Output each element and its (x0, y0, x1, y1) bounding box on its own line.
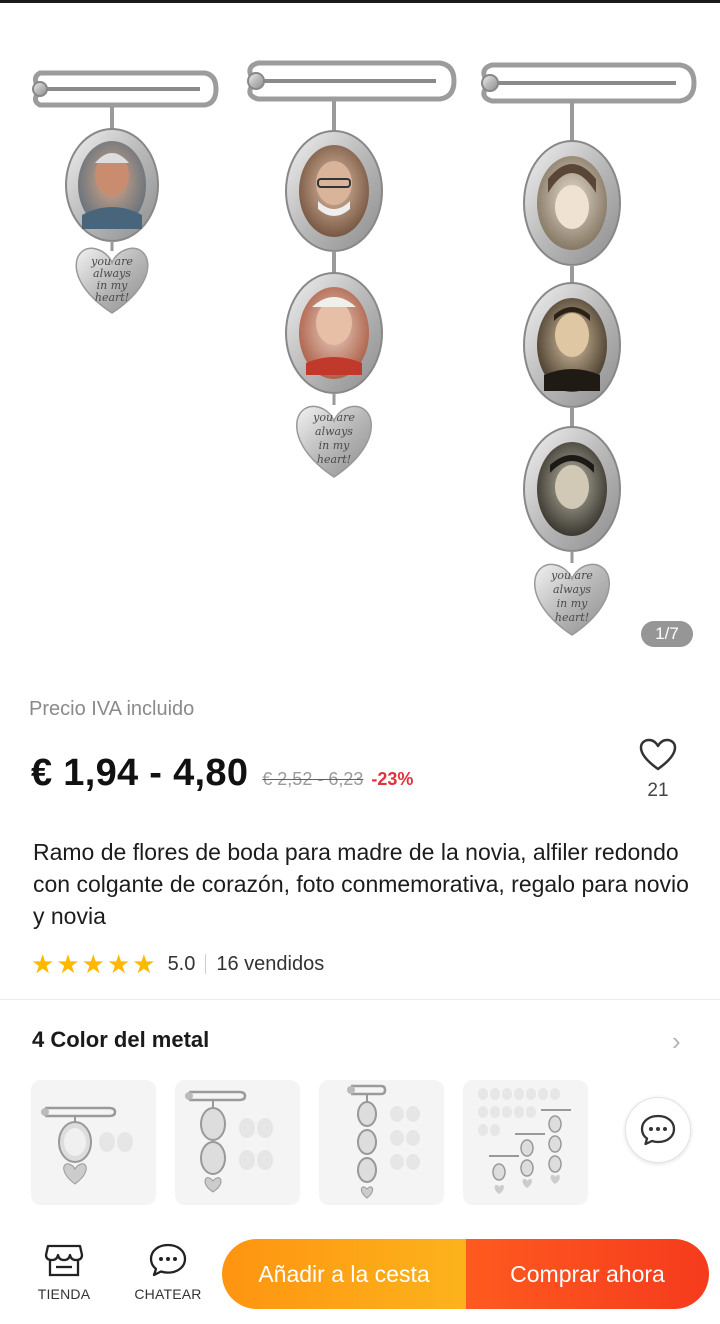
store-label: TIENDA (37, 1286, 91, 1302)
variant-thumbnails (31, 1080, 588, 1205)
discount-badge: -23% (371, 769, 414, 789)
variant-section-title[interactable]: 4 Color del metal (32, 1027, 209, 1053)
engraving-line-3d: heart! (555, 611, 589, 624)
engraving-line-2d: heart! (317, 453, 351, 466)
star-icon: ★ (132, 949, 156, 979)
rating-separator (205, 954, 207, 974)
gallery-page-indicator: 1/7 (641, 621, 693, 647)
brooch-pin-3 (481, 62, 697, 636)
chat-icon (149, 1243, 187, 1277)
star-icon: ★ (56, 949, 80, 979)
chevron-right-icon[interactable]: › (672, 1028, 681, 1054)
chat-button[interactable]: CHATEAR (128, 1242, 208, 1302)
current-price: € 1,94 - 4,80 (31, 752, 249, 794)
engraving-line-2a: you are (312, 411, 355, 424)
engraving-line-2b: always (315, 425, 353, 438)
rating-value: 5.0 (167, 952, 196, 975)
engraving-line-3b: always (553, 583, 591, 596)
variant-thumb-4[interactable] (463, 1080, 588, 1205)
engraving-line-3c: in my (557, 597, 589, 610)
floating-chat-button[interactable] (625, 1097, 691, 1163)
price-row: € 1,94 - 4,80 € 2,52 - 6,23 -23% (31, 752, 413, 795)
wishlist-count: 21 (647, 780, 669, 801)
engraving-line-3a: you are (550, 569, 593, 582)
bottom-action-bar: TIENDA CHATEAR Añadir a la cesta Comprar… (0, 1230, 720, 1324)
rating-row[interactable]: ★ ★ ★ ★ ★ 5.0 16 vendidos (31, 951, 324, 977)
original-price: € 2,52 - 6,23 (262, 769, 364, 789)
store-button[interactable]: TIENDA (24, 1242, 104, 1302)
section-divider (0, 999, 720, 1000)
variant-thumb-3[interactable] (319, 1080, 444, 1205)
wishlist-button[interactable]: 21 (634, 738, 682, 814)
heart-outline-icon (639, 738, 677, 771)
variant-2-image (185, 1090, 273, 1193)
engraving-line-2c: in my (319, 439, 351, 452)
variant-3-image (347, 1084, 420, 1199)
sold-count: 16 vendidos (216, 952, 325, 975)
tax-note: Precio IVA incluido (29, 698, 195, 720)
variant-thumb-1[interactable] (31, 1080, 156, 1205)
add-to-cart-button[interactable]: Añadir a la cesta (222, 1239, 466, 1309)
variant-4-image (478, 1088, 571, 1194)
engraving-line-1d: heart! (95, 291, 129, 304)
chat-bubble-icon (640, 1114, 676, 1146)
product-image-gallery[interactable]: you are always in my heart! you are alwa… (0, 3, 720, 675)
star-icon: ★ (31, 949, 55, 979)
star-icon: ★ (81, 949, 105, 979)
star-icon: ★ (106, 949, 131, 979)
buy-now-button[interactable]: Comprar ahora (466, 1239, 709, 1309)
star-rating: ★ ★ ★ ★ ★ (31, 951, 156, 977)
variant-1-image (41, 1106, 133, 1185)
product-title: Ramo de flores de boda para madre de la … (33, 839, 689, 929)
chat-label: CHATEAR (134, 1286, 202, 1302)
variant-thumb-2[interactable] (175, 1080, 300, 1205)
product-photo: you are always in my heart! you are alwa… (32, 60, 697, 636)
store-icon (44, 1244, 84, 1277)
